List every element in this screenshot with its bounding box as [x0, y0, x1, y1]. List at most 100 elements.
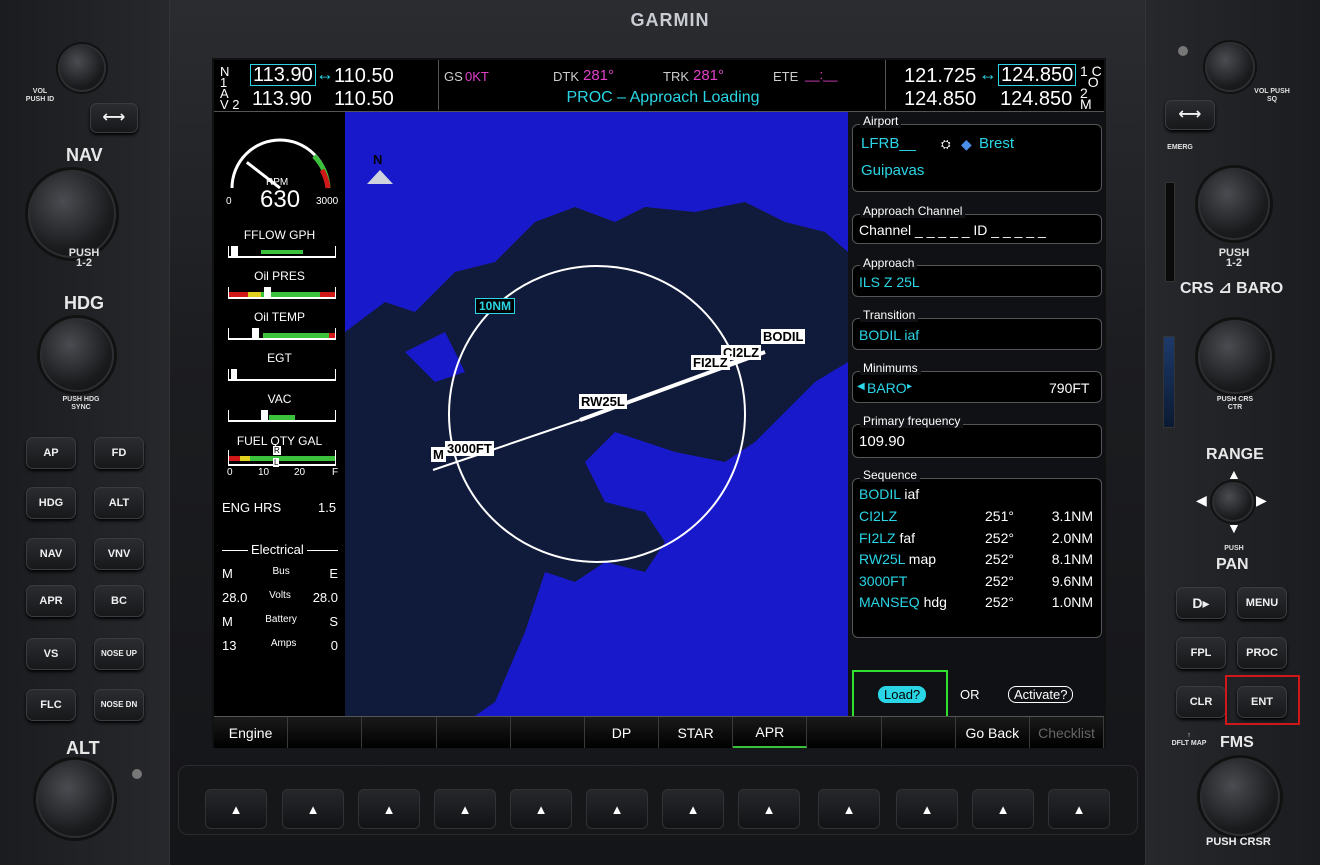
sequence-distance: 2.0NM [1051, 529, 1093, 546]
com-volume-knob[interactable] [1205, 42, 1255, 92]
softkey-label-apr[interactable]: APR [733, 717, 808, 748]
com-slot [1165, 182, 1175, 282]
elec-right: 28.0 [312, 590, 338, 605]
nav2-standby-freq[interactable]: 110.50 [334, 88, 394, 111]
vs-button[interactable]: VS [26, 638, 76, 670]
softkey-11[interactable]: ▲ [972, 789, 1034, 829]
softkey-6[interactable]: ▲ [586, 789, 648, 829]
softkey-12[interactable]: ▲ [1048, 789, 1110, 829]
softkey-label-checklist[interactable]: Checklist [1029, 717, 1105, 748]
elec-left: 28.0 [222, 590, 248, 605]
waypoint-manseq[interactable]: M [431, 447, 446, 462]
load-button[interactable]: Load? [878, 686, 927, 703]
softkey-7[interactable]: ▲ [662, 789, 724, 829]
softkey-label-2[interactable] [288, 717, 363, 748]
nose-up-button[interactable]: NOSE UP [94, 638, 144, 670]
apr-button[interactable]: APR [26, 585, 76, 617]
softkey-label-5[interactable] [510, 717, 585, 748]
softkey-label-10[interactable] [881, 717, 956, 748]
waypoint-fi2lz[interactable]: FI2LZ [691, 355, 730, 370]
nav2-active-freq[interactable]: 113.90 [252, 88, 312, 111]
softkey-label-4[interactable] [436, 717, 511, 748]
flc-button[interactable]: FLC [26, 689, 76, 721]
pan-label: PAN [1216, 556, 1249, 573]
bc-button[interactable]: BC [94, 585, 144, 617]
fuel-qty-bar: R L [228, 446, 336, 467]
sequence-row[interactable]: FI2LZ faf 252° 2.0NM [859, 530, 1095, 552]
proc-button[interactable]: PROC [1237, 637, 1287, 669]
eng-hrs-label: ENG HRS [222, 500, 282, 515]
softkey-label-9[interactable] [807, 717, 882, 748]
nav-vol-label: VOL PUSH ID [25, 88, 55, 103]
com2-active-freq[interactable]: 124.850 [904, 88, 976, 111]
softkey-label-star[interactable]: STAR [659, 717, 734, 748]
sequence-course: 252° [985, 529, 1014, 546]
sequence-distance: 8.1NM [1051, 551, 1093, 567]
softkey-5[interactable]: ▲ [510, 789, 572, 829]
level-pointer [263, 287, 271, 298]
softkey-9[interactable]: ▲ [818, 789, 880, 829]
com2-standby-freq[interactable]: 124.850 [1000, 88, 1072, 111]
com1-standby-freq[interactable]: 124.850 [998, 64, 1077, 86]
softkey-8[interactable]: ▲ [738, 789, 800, 829]
softkey-10[interactable]: ▲ [896, 789, 958, 829]
softkey-label-dp[interactable]: DP [584, 717, 660, 748]
hdg-button[interactable]: HDG [26, 487, 76, 519]
sequence-row[interactable]: 3000FT 252° 9.6NM [859, 573, 1095, 595]
elec-mid: Bus [272, 566, 290, 577]
airport-name: Guipavas [861, 162, 925, 179]
sequence-row[interactable]: RW25L map 252° 8.1NM [859, 551, 1095, 573]
minimums-type: BARO [867, 380, 907, 396]
softkey-label-engine[interactable]: Engine [214, 717, 289, 748]
fms-knob[interactable] [1200, 758, 1280, 836]
nav1-active-freq[interactable]: 113.90 [250, 64, 316, 86]
waypoint-3000ft[interactable]: 3000FT [445, 441, 494, 456]
softkey-label-go-back[interactable]: Go Back [955, 717, 1030, 748]
ap-button[interactable]: AP [26, 437, 76, 469]
nav-swap-button[interactable]: ⟷ [90, 103, 138, 133]
fd-button[interactable]: FD [94, 437, 144, 469]
nose-dn-button[interactable]: NOSE DN [94, 689, 144, 721]
garmin-logo: GARMIN [630, 10, 710, 30]
fuel-right-marker: R [273, 446, 281, 455]
heading-knob[interactable] [40, 318, 114, 392]
waypoint-rw25l[interactable]: RW25L [579, 394, 627, 409]
sequence-waypoint: CI2LZ [859, 508, 898, 524]
altitude-knob[interactable] [36, 760, 114, 838]
softkey-4[interactable]: ▲ [434, 789, 496, 829]
active-leg-line [579, 350, 766, 422]
minimums-box[interactable]: ◀ BARO ▸ 790FT [852, 371, 1102, 403]
vnv-button[interactable]: VNV [94, 538, 144, 570]
airport-box[interactable]: LFRB__ ⛭ ◆ Brest Guipavas [852, 124, 1102, 192]
nav-button[interactable]: NAV [26, 538, 76, 570]
softkey-3[interactable]: ▲ [358, 789, 420, 829]
navigation-map[interactable]: N 10NM BODIL CI2LZ FI2LZ RW25L 3000FT M [345, 112, 848, 716]
sequence-row[interactable]: MANSEQ hdg 252° 1.0NM [859, 594, 1095, 616]
nav1-standby-freq[interactable]: 110.50 [334, 65, 394, 88]
nav-swap-arrow-icon: ↔ [316, 64, 334, 84]
fpl-button[interactable]: FPL [1176, 637, 1226, 669]
direct-to-button[interactable]: D▸ [1176, 587, 1226, 619]
com-radio-label: 1 C O2 M [1080, 63, 1102, 112]
range-knob[interactable] [1212, 482, 1254, 522]
alt-button[interactable]: ALT [94, 487, 144, 519]
sequence-row[interactable]: CI2LZ 251° 3.1NM [859, 508, 1095, 530]
softkey-2[interactable]: ▲ [282, 789, 344, 829]
approach-channel-box[interactable]: Channel _ _ _ _ _ ID _ _ _ _ _ [852, 214, 1102, 244]
fuel-left-marker: L [273, 458, 280, 467]
com1-active-freq[interactable]: 121.725 [904, 65, 976, 88]
nav-frequency-knob[interactable] [28, 170, 116, 258]
com-frequency-knob[interactable] [1198, 168, 1270, 240]
range-pan-control[interactable]: ▲ ▼ ◀ ▶ [1196, 466, 1270, 536]
softkey-label-3[interactable] [362, 717, 437, 748]
activate-button[interactable]: Activate? [1008, 686, 1074, 703]
light-sensor [132, 769, 142, 779]
transition-box[interactable]: BODIL iaf [852, 318, 1102, 350]
softkey-1[interactable]: ▲ [205, 789, 267, 829]
menu-button[interactable]: MENU [1237, 587, 1287, 619]
com-swap-button[interactable]: ⟷ [1165, 100, 1215, 130]
crs-baro-knob[interactable] [1198, 320, 1272, 394]
nav-volume-knob[interactable] [58, 44, 106, 92]
waypoint-bodil[interactable]: BODIL [761, 329, 806, 344]
clr-button[interactable]: CLR [1176, 686, 1226, 718]
